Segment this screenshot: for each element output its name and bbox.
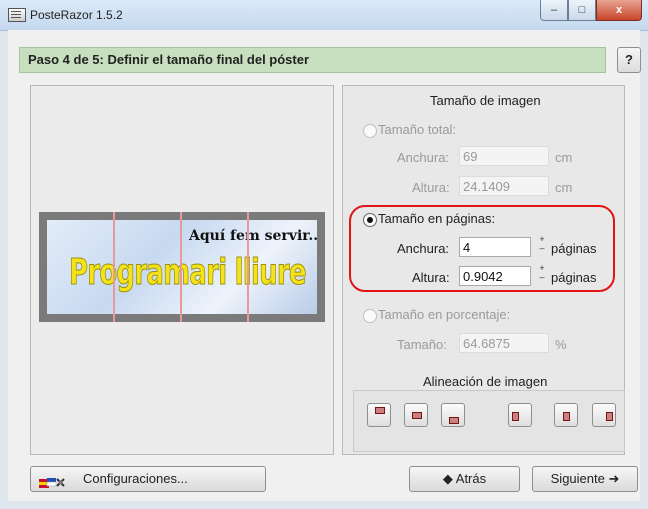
align-right-button[interactable] [592, 403, 616, 427]
minimize-button[interactable]: – [540, 0, 568, 21]
total-height-label: Altura: [412, 180, 450, 195]
total-height-field[interactable]: 24.1409 [459, 176, 549, 196]
page-divider [113, 212, 115, 322]
settings-flags-icon [39, 473, 65, 488]
alignment-panel [353, 390, 625, 452]
align-top-icon [375, 407, 385, 414]
poster-preview: Aquí fem servir... Programari lliure [30, 85, 334, 455]
total-size-radio[interactable] [363, 124, 377, 138]
page-divider [180, 212, 182, 322]
align-bottom-icon [449, 417, 459, 424]
maximize-button[interactable]: □ [568, 0, 596, 21]
align-left-icon [512, 412, 519, 421]
settings-button[interactable]: Configuraciones... [30, 466, 266, 492]
align-middle-button[interactable] [404, 403, 428, 427]
align-top-button[interactable] [367, 403, 391, 427]
percent-size-field-label: Tamaño: [397, 337, 447, 352]
align-left-button[interactable] [508, 403, 532, 427]
poster-title: Programari lliure [69, 252, 307, 294]
total-width-field[interactable]: 69 [459, 146, 549, 166]
step-header: Paso 4 de 5: Definir el tamaño final del… [19, 47, 606, 73]
step-title: Paso 4 de 5: Definir el tamaño final del… [28, 52, 310, 67]
app-icon [8, 8, 26, 22]
image-size-title: Tamaño de imagen [430, 93, 541, 108]
percent-size-label: Tamaño en porcentaje: [378, 307, 511, 322]
back-button[interactable]: ◆ Atrás [409, 466, 520, 492]
total-width-unit: cm [555, 150, 573, 165]
align-middle-icon [412, 412, 422, 419]
poster-frame: Aquí fem servir... Programari lliure [39, 212, 325, 322]
percent-size-radio[interactable] [363, 309, 377, 323]
poster-image: Aquí fem servir... Programari lliure [47, 220, 317, 314]
next-button[interactable]: Siguiente ➜ [532, 466, 638, 492]
close-button[interactable]: x [596, 0, 642, 21]
percent-size-unit: % [555, 337, 567, 352]
align-right-icon [606, 412, 613, 421]
percent-size-field[interactable]: 64.6875 [459, 333, 549, 353]
window-controls: – □ x [540, 0, 642, 22]
help-button[interactable]: ? [617, 47, 641, 73]
settings-button-label: Configuraciones... [83, 471, 188, 486]
align-center-icon [563, 412, 570, 421]
title-bar: PosteRazor 1.5.2 – □ x [0, 0, 648, 31]
total-width-label: Anchura: [397, 150, 450, 165]
poster-tagline: Aquí fem servir... [189, 228, 317, 244]
total-height-unit: cm [555, 180, 573, 195]
page-divider [247, 212, 249, 322]
total-size-label: Tamaño total: [378, 122, 457, 137]
align-center-button[interactable] [554, 403, 578, 427]
window-title: PosteRazor 1.5.2 [30, 8, 123, 22]
highlight-annotation [349, 205, 615, 292]
alignment-title: Alineación de imagen [423, 374, 548, 389]
align-bottom-button[interactable] [441, 403, 465, 427]
